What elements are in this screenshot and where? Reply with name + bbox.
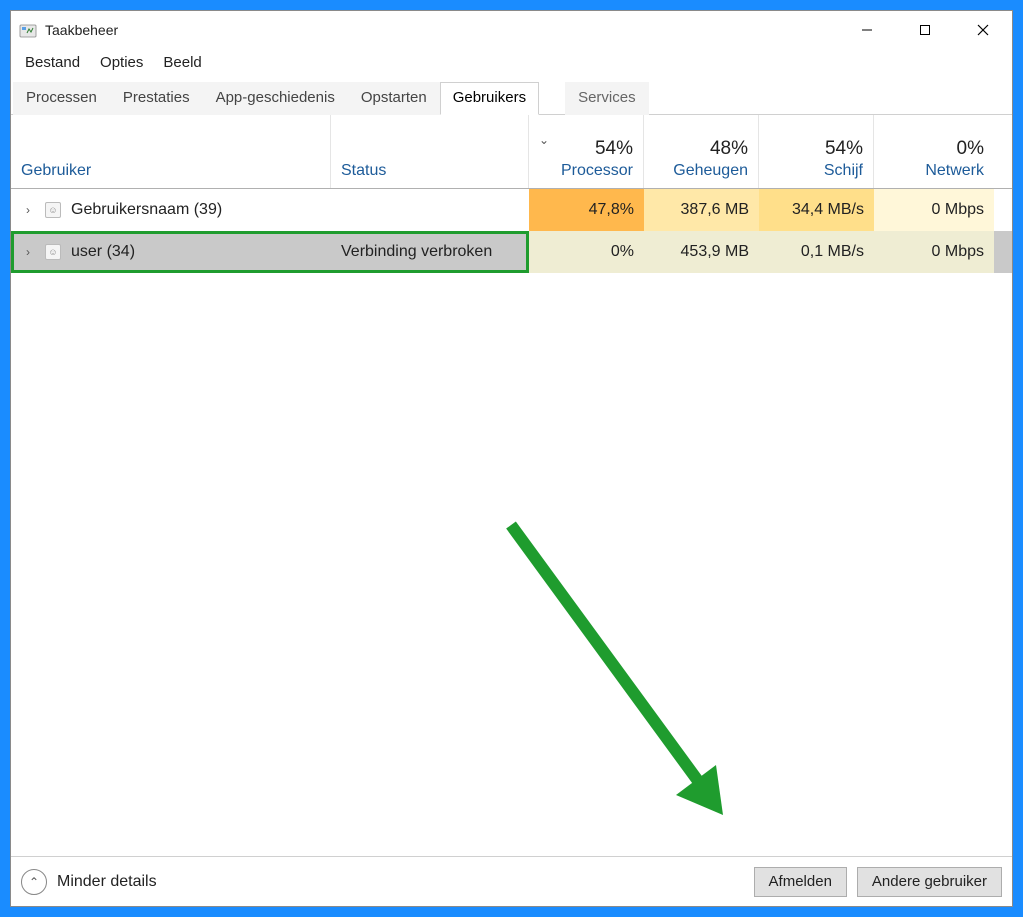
col-mem-label: Geheugen bbox=[673, 162, 748, 180]
user-name: user (34) bbox=[71, 243, 135, 261]
maximize-button[interactable] bbox=[896, 11, 954, 49]
app-icon bbox=[19, 21, 37, 39]
users-panel: Gebruiker Status ⌄ 54% Processor 48% Geh… bbox=[11, 115, 1012, 856]
tab-performance[interactable]: Prestaties bbox=[110, 82, 203, 115]
user-status: Verbinding verbroken bbox=[331, 231, 529, 273]
tab-services[interactable]: Services bbox=[565, 82, 649, 115]
task-manager-window: Taakbeheer Bestand Opties Beeld Processe… bbox=[10, 10, 1013, 907]
user-icon: ☺ bbox=[45, 202, 61, 218]
titlebar: Taakbeheer bbox=[11, 11, 1012, 49]
chevron-up-icon: ⌃ bbox=[21, 869, 47, 895]
sign-out-button[interactable]: Afmelden bbox=[754, 867, 847, 897]
user-status bbox=[331, 189, 529, 231]
col-dsk-pct: 54% bbox=[825, 138, 863, 160]
close-button[interactable] bbox=[954, 11, 1012, 49]
user-net: 0 Mbps bbox=[874, 189, 994, 231]
footer: ⌃ Minder details Afmelden Andere gebruik… bbox=[11, 856, 1012, 906]
chevron-down-icon: ⌄ bbox=[539, 133, 549, 147]
menu-file[interactable]: Bestand bbox=[17, 52, 88, 73]
annotation-arrow-2 bbox=[491, 505, 751, 825]
window-controls bbox=[838, 11, 1012, 49]
col-mem[interactable]: 48% Geheugen bbox=[644, 115, 759, 188]
col-user[interactable]: Gebruiker bbox=[11, 115, 331, 188]
expand-icon[interactable]: › bbox=[21, 245, 35, 259]
user-cpu: 47,8% bbox=[529, 189, 644, 231]
user-cpu: 0% bbox=[529, 231, 644, 273]
col-status-label: Status bbox=[341, 162, 518, 180]
user-icon: ☺ bbox=[45, 244, 61, 260]
col-status[interactable]: Status bbox=[331, 115, 529, 188]
user-net: 0 Mbps bbox=[874, 231, 994, 273]
menu-options[interactable]: Opties bbox=[92, 52, 151, 73]
window-title: Taakbeheer bbox=[45, 22, 118, 38]
col-cpu[interactable]: ⌄ 54% Processor bbox=[529, 115, 644, 188]
col-cpu-label: Processor bbox=[561, 162, 633, 180]
column-headers: Gebruiker Status ⌄ 54% Processor 48% Geh… bbox=[11, 115, 1012, 189]
user-disk: 0,1 MB/s bbox=[759, 231, 874, 273]
tab-processes[interactable]: Processen bbox=[13, 82, 110, 115]
user-row-selected[interactable]: › ☺ user (34) Verbinding verbroken 0% 45… bbox=[11, 231, 1012, 273]
menubar: Bestand Opties Beeld bbox=[11, 49, 1012, 75]
tab-startup[interactable]: Opstarten bbox=[348, 82, 440, 115]
user-name: Gebruikersnaam (39) bbox=[71, 201, 222, 219]
col-dsk-label: Schijf bbox=[824, 162, 863, 180]
expand-icon[interactable]: › bbox=[21, 203, 35, 217]
menu-view[interactable]: Beeld bbox=[155, 52, 209, 73]
col-net-label: Netwerk bbox=[925, 162, 984, 180]
col-mem-pct: 48% bbox=[710, 138, 748, 160]
user-mem: 453,9 MB bbox=[644, 231, 759, 273]
col-disk[interactable]: 54% Schijf bbox=[759, 115, 874, 188]
fewer-details-toggle[interactable]: ⌃ Minder details bbox=[21, 869, 157, 895]
col-user-label: Gebruiker bbox=[21, 162, 320, 180]
user-row[interactable]: › ☺ Gebruikersnaam (39) 47,8% 387,6 MB 3… bbox=[11, 189, 1012, 231]
user-disk: 34,4 MB/s bbox=[759, 189, 874, 231]
col-network[interactable]: 0% Netwerk bbox=[874, 115, 994, 188]
tab-strip: Processen Prestaties App-geschiedenis Op… bbox=[11, 81, 1012, 115]
col-cpu-pct: 54% bbox=[595, 138, 633, 160]
fewer-details-label: Minder details bbox=[57, 873, 157, 891]
minimize-button[interactable] bbox=[838, 11, 896, 49]
switch-user-button[interactable]: Andere gebruiker bbox=[857, 867, 1002, 897]
user-mem: 387,6 MB bbox=[644, 189, 759, 231]
tab-app-history[interactable]: App-geschiedenis bbox=[203, 82, 348, 115]
col-net-pct: 0% bbox=[957, 138, 984, 160]
tab-users[interactable]: Gebruikers bbox=[440, 82, 539, 115]
